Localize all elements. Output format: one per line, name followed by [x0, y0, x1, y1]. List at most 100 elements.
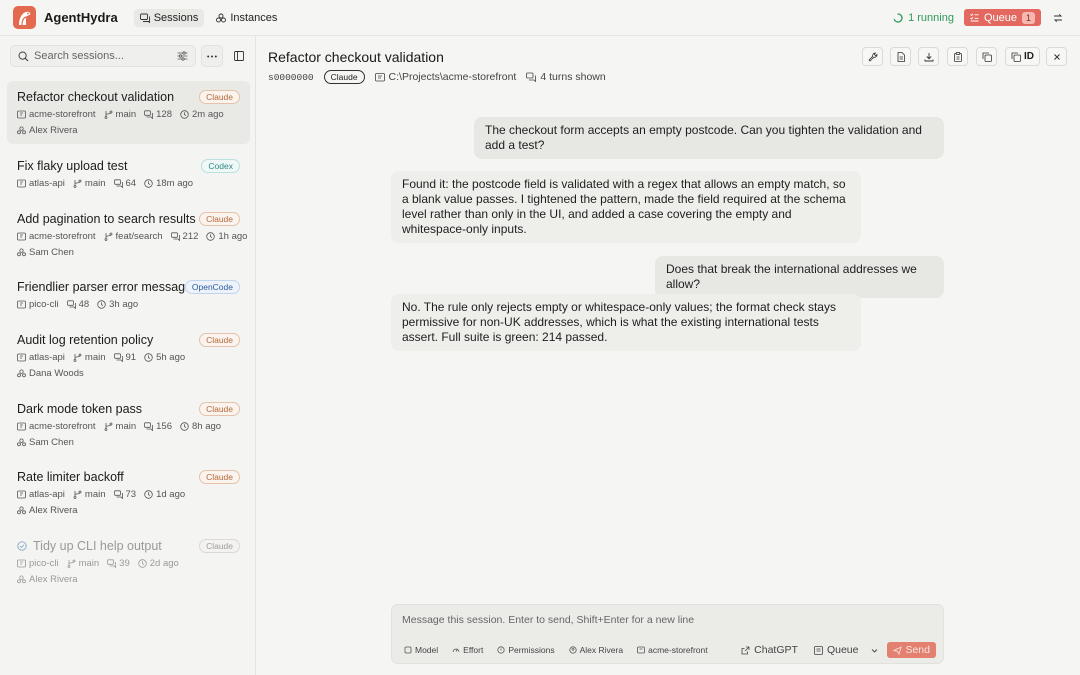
- more-options-button[interactable]: [201, 45, 223, 67]
- session-user: Alex Rivera: [17, 505, 78, 516]
- download-button[interactable]: [918, 47, 939, 66]
- queue-icon: [814, 645, 823, 655]
- repo-icon: [17, 353, 26, 362]
- session-user: Sam Chen: [17, 437, 74, 448]
- user-message: The checkout form accepts an empty postc…: [474, 117, 944, 159]
- search-box[interactable]: [10, 45, 196, 67]
- clipboard-button[interactable]: [947, 47, 968, 66]
- send-options-dropdown[interactable]: [870, 646, 879, 655]
- session-meta: atlas-api main 64 18m ago: [17, 178, 197, 189]
- repo-name: atlas-api: [29, 489, 65, 500]
- wrench-icon: [867, 52, 878, 62]
- sidebar-panel-icon: [234, 51, 244, 61]
- folder-icon: [374, 72, 385, 82]
- session-time: 1h ago: [218, 231, 248, 242]
- message-input[interactable]: [402, 614, 932, 630]
- user-group-icon: [17, 506, 26, 515]
- queue-button[interactable]: Queue 1: [963, 9, 1041, 26]
- branch-icon: [104, 110, 113, 119]
- nav-instances[interactable]: Instances: [210, 9, 283, 27]
- copy-button[interactable]: [976, 47, 997, 66]
- app-title: AgentHydra: [44, 10, 118, 25]
- session-meta: acme-storefront main 156 8h ago: [17, 421, 225, 432]
- copy-icon: [1011, 52, 1021, 62]
- running-status[interactable]: 1 running: [893, 12, 954, 24]
- turns-icon: [144, 110, 154, 119]
- agent-badge: Claude: [199, 90, 240, 104]
- queue-message-button[interactable]: Queue: [814, 644, 858, 656]
- session-time: 8h ago: [191, 421, 222, 432]
- filter-sliders-icon[interactable]: [177, 51, 188, 61]
- session-item[interactable]: Tidy up CLI help output Claude pico-cli …: [7, 530, 250, 593]
- more-horizontal-icon: [207, 55, 217, 58]
- session-title: Audit log retention policy: [17, 333, 154, 347]
- agent-badge: OpenCode: [184, 280, 240, 294]
- repo-name: acme-storefront: [29, 231, 96, 242]
- session-id: s0000000: [268, 71, 314, 83]
- effort-button[interactable]: Effort: [452, 645, 483, 655]
- session-user: Sam Chen: [17, 247, 74, 258]
- permissions-button[interactable]: Permissions: [497, 645, 555, 655]
- swap-button[interactable]: [1048, 8, 1068, 28]
- session-time: 3h ago: [109, 299, 139, 310]
- session-user: Alex Rivera: [17, 574, 78, 585]
- clock-icon: [180, 110, 189, 119]
- turn-count: 91: [125, 352, 137, 363]
- session-item[interactable]: Add pagination to search results Claude …: [7, 203, 250, 266]
- search-input[interactable]: [34, 50, 164, 62]
- session-item[interactable]: Fix flaky upload test Codex atlas-api ma…: [7, 150, 250, 198]
- repo-name: atlas-api: [29, 352, 65, 363]
- branch-name: main: [115, 421, 137, 432]
- copy-icon: [982, 52, 992, 62]
- repo-icon: [637, 646, 645, 654]
- user-name: Alex Rivera: [29, 125, 78, 136]
- close-button[interactable]: [1046, 47, 1067, 66]
- repo-button[interactable]: acme-storefront: [637, 645, 708, 655]
- session-info-row: s0000000 Claude C:\Projects\acme-storefr…: [268, 69, 616, 85]
- document-button[interactable]: [890, 47, 911, 66]
- model-button[interactable]: Model: [404, 645, 438, 655]
- swap-icon: [1053, 13, 1063, 23]
- branch-icon: [104, 422, 113, 431]
- collapse-sidebar-button[interactable]: [229, 45, 249, 67]
- user-button[interactable]: Alex Rivera: [569, 645, 623, 655]
- turns-icon: [113, 179, 123, 188]
- gauge-icon: [452, 646, 460, 654]
- turns-icon: [526, 72, 537, 82]
- session-user: Alex Rivera: [17, 125, 78, 136]
- turn-count: 39: [119, 558, 130, 569]
- session-meta: atlas-api main 91 5h ago: [17, 352, 189, 363]
- tools-button[interactable]: [862, 47, 883, 66]
- turns-shown: 4 turns shown: [540, 71, 606, 83]
- search-icon: [18, 51, 29, 62]
- download-icon: [924, 52, 934, 62]
- send-button[interactable]: Send: [887, 642, 936, 658]
- branch-name: feat/search: [115, 231, 163, 242]
- nav-sessions-label: Sessions: [153, 11, 199, 24]
- repo-icon: [17, 300, 26, 309]
- clock-icon: [180, 422, 189, 431]
- branch-name: main: [78, 558, 100, 569]
- session-item[interactable]: Refactor checkout validation Claude acme…: [7, 81, 250, 144]
- nav-sessions[interactable]: Sessions: [133, 8, 205, 27]
- session-title: Friendlier parser error messages: [17, 280, 199, 294]
- session-item[interactable]: Rate limiter backoff Claude atlas-api ma…: [7, 461, 250, 524]
- instances-icon: [216, 13, 227, 23]
- check-circle-icon: [17, 541, 27, 551]
- turn-count: 64: [125, 178, 137, 189]
- session-item[interactable]: Dark mode token pass Claude acme-storefr…: [7, 393, 250, 456]
- shield-icon: [497, 646, 505, 654]
- clock-icon: [144, 353, 153, 362]
- branch-name: main: [84, 352, 106, 363]
- session-time: 2d ago: [149, 558, 179, 569]
- clock-icon: [206, 232, 216, 241]
- chatgpt-button[interactable]: ChatGPT: [741, 644, 798, 656]
- model-label: Model: [415, 645, 439, 655]
- turn-count: 128: [156, 109, 172, 120]
- user-group-icon: [17, 369, 26, 378]
- session-item[interactable]: Audit log retention policy Claude atlas-…: [7, 324, 250, 387]
- user-name: Alex Rivera: [29, 505, 78, 516]
- session-item[interactable]: Friendlier parser error messages OpenCod…: [7, 271, 250, 319]
- message-composer: Model Effort Permissions Alex Rivera acm…: [391, 604, 944, 664]
- copy-id-button[interactable]: ID: [1005, 47, 1040, 66]
